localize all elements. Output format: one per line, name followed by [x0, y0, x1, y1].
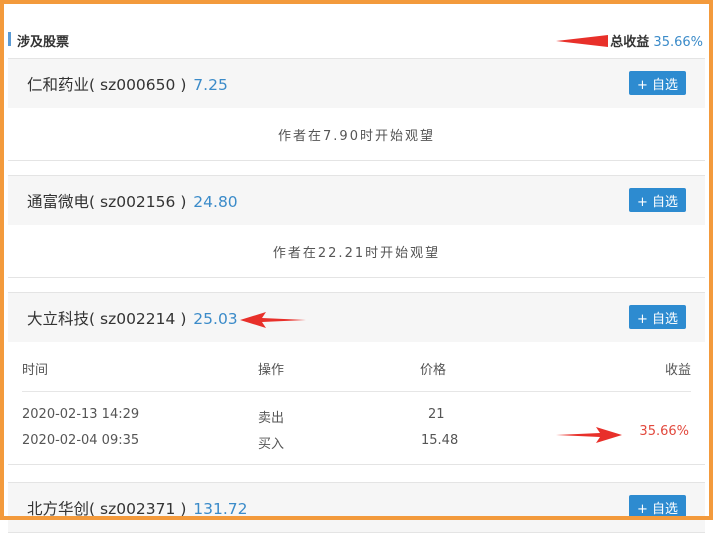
stock-name: 大立科技	[27, 310, 90, 328]
trade-profit: 35.66%	[639, 424, 689, 439]
stock-title[interactable]: 仁和药业( sz000650 ) 7.25	[27, 73, 228, 95]
trade-table-header: 时间 操作 价格 收益	[22, 342, 691, 392]
column-price: 价格	[420, 363, 447, 378]
total-profit-value: 35.66%	[653, 35, 703, 50]
add-watchlist-button[interactable]: + 自选	[629, 495, 686, 519]
total-profit-label: 总收益	[610, 35, 650, 50]
stock-code: sz000650	[100, 76, 176, 94]
stock-card: 通富微电( sz002156 ) 24.80 + 自选 作者在22.21时开始观…	[8, 175, 705, 278]
stock-name: 仁和药业	[27, 76, 90, 94]
annotation-arrow-icon	[556, 35, 608, 47]
stock-card-header: 通富微电( sz002156 ) 24.80 + 自选	[8, 176, 705, 225]
stock-price: 25.03	[193, 310, 238, 328]
column-profit: 收益	[664, 363, 691, 378]
add-watchlist-button[interactable]: + 自选	[629, 71, 686, 95]
add-watchlist-button[interactable]: + 自选	[629, 188, 686, 212]
stock-price: 131.72	[193, 500, 248, 518]
annotation-arrow-icon	[556, 427, 622, 443]
stock-title[interactable]: 大立科技( sz002214 ) 25.03	[27, 307, 238, 329]
stock-name: 北方华创	[27, 500, 90, 518]
stock-title[interactable]: 通富微电( sz002156 ) 24.80	[27, 190, 238, 212]
stock-card-header: 大立科技( sz002214 ) 25.03 + 自选	[8, 293, 705, 342]
stock-price: 24.80	[193, 193, 238, 211]
stock-code: sz002156	[100, 193, 176, 211]
trade-time: 2020-02-04 09:35	[22, 433, 140, 448]
stock-price: 7.25	[193, 76, 228, 94]
column-time: 时间	[22, 363, 49, 378]
stock-code: sz002371	[100, 500, 176, 518]
stock-card: 北方华创( sz002371 ) 131.72 + 自选	[8, 482, 705, 533]
stock-code: sz002214	[100, 310, 176, 328]
trade-time: 2020-02-13 14:29	[22, 407, 140, 422]
stock-card: 仁和药业( sz000650 ) 7.25 + 自选 作者在7.90时开始观望	[8, 58, 705, 161]
stock-title[interactable]: 北方华创( sz002371 ) 131.72	[27, 497, 248, 519]
watch-note: 作者在22.21时开始观望	[272, 245, 441, 261]
trade-price: 21	[428, 407, 445, 422]
section-accent-bar	[8, 32, 11, 46]
annotation-arrow-icon	[240, 312, 306, 328]
stock-card-header: 仁和药业( sz000650 ) 7.25 + 自选	[8, 59, 705, 108]
trade-action: 卖出	[258, 411, 285, 426]
section-title: 涉及股票	[17, 35, 70, 50]
stock-card-header: 北方华创( sz002371 ) 131.72 + 自选	[8, 483, 705, 532]
add-watchlist-button[interactable]: + 自选	[629, 305, 686, 329]
total-profit: 总收益 35.66%	[610, 31, 703, 50]
stock-name: 通富微电	[27, 193, 90, 211]
trade-action: 买入	[258, 437, 285, 452]
column-action: 操作	[258, 363, 285, 378]
trade-price: 15.48	[421, 433, 459, 448]
watch-note: 作者在7.90时开始观望	[278, 128, 435, 144]
